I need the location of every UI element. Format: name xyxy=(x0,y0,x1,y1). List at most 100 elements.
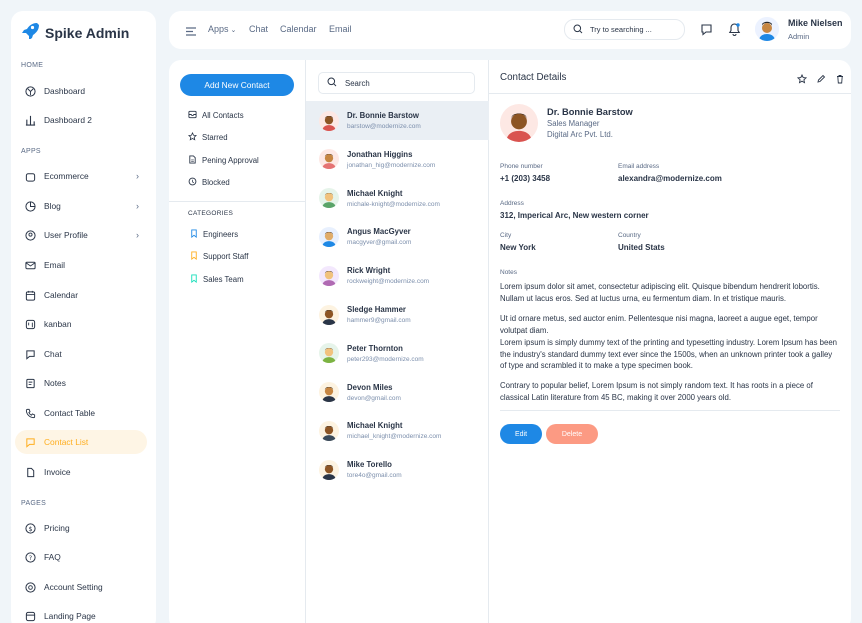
category-label: Sales Team xyxy=(203,275,244,284)
contact-avatar xyxy=(319,226,339,247)
sidebar-item-contact-list[interactable]: Contact List xyxy=(15,430,147,454)
bell-icon[interactable] xyxy=(728,22,741,41)
sidebar-item-label: Landing Page xyxy=(44,611,96,621)
filter-label: Pening Approval xyxy=(202,156,259,165)
star-icon[interactable] xyxy=(796,71,808,89)
contact-item[interactable]: Mike Torello tore4o@gmail.com xyxy=(306,450,489,489)
sidebar-item-contact-table[interactable]: Contact Table xyxy=(15,401,147,425)
sidebar-item-chat[interactable]: Chat xyxy=(15,342,147,366)
topbar-apps[interactable]: Apps ⌄ xyxy=(208,24,236,34)
sidebar-item-dashboard[interactable]: Dashboard xyxy=(15,79,147,103)
contact-text: Angus MacGyver macgyver@gmail.com xyxy=(347,227,411,246)
contact-text: Jonathan Higgins jonathan_hig@modernize.… xyxy=(347,150,435,169)
filter-blocked[interactable]: Blocked xyxy=(188,177,230,188)
contact-avatar xyxy=(319,188,339,209)
filter-all-contacts[interactable]: All Contacts xyxy=(188,110,244,121)
sidebar-item-invoice[interactable]: Invoice xyxy=(15,460,147,484)
edit-button[interactable]: Edit xyxy=(500,424,542,444)
sidebar-item-notes[interactable]: Notes xyxy=(15,371,147,395)
trash-icon[interactable] xyxy=(835,71,845,89)
contact-avatar-large xyxy=(500,104,538,142)
contact-item[interactable]: Michael Knight michael_knight@modernize.… xyxy=(306,411,489,450)
contact-item[interactable]: Angus MacGyver macgyver@gmail.com xyxy=(306,217,489,256)
user-name: Mike Nielsen xyxy=(788,18,843,28)
filter-panel: Add New Contact All Contacts Starred Pen… xyxy=(169,60,306,623)
contact-avatar xyxy=(319,420,339,441)
contact-name: Michael Knight xyxy=(347,188,403,198)
svg-text:?: ? xyxy=(28,553,31,561)
sidebar-item-label: Ecommerce xyxy=(44,171,89,181)
menu-icon[interactable] xyxy=(185,24,197,42)
contact-email: tore4o@gmail.com xyxy=(347,472,402,480)
contact-list: Search Dr. Bonnie Barstow barstow@modern… xyxy=(306,60,489,623)
sidebar-item-landing-page[interactable]: Landing Page xyxy=(15,604,147,623)
sidebar-item-account-setting[interactable]: Account Setting xyxy=(15,575,147,599)
svg-text:$: $ xyxy=(28,524,32,532)
contact-email: michale-knight@modernize.com xyxy=(347,200,440,208)
sidebar-item-blog[interactable]: Blog › xyxy=(15,194,147,218)
rocket-icon xyxy=(21,21,39,44)
sidebar-item-pricing[interactable]: $ Pricing xyxy=(15,516,147,540)
category-engineers[interactable]: Engineers xyxy=(190,229,238,240)
basket-icon xyxy=(24,170,36,182)
category-label: Engineers xyxy=(203,230,239,239)
chat-icon xyxy=(24,348,36,360)
topbar-calendar[interactable]: Calendar xyxy=(280,24,317,34)
edit-icon[interactable] xyxy=(816,71,826,89)
sidebar-item-calendar[interactable]: Calendar xyxy=(15,283,147,307)
user-avatar[interactable] xyxy=(755,17,779,41)
sidebar-item-label: kanban xyxy=(44,319,72,329)
contact-email: rockweight@modernize.com xyxy=(347,278,430,286)
star-icon xyxy=(187,131,198,143)
contact-item[interactable]: Jonathan Higgins jonathan_hig@modernize.… xyxy=(306,140,489,179)
contact-text: Sledge Hammer hammer9@gmail.com xyxy=(347,305,411,324)
contact-name: Sledge Hammer xyxy=(347,305,406,314)
contact-item[interactable]: Rick Wright rockweight@modernize.com xyxy=(306,256,489,295)
section-apps: APPS xyxy=(21,148,41,155)
global-search[interactable]: Try to searching ... xyxy=(564,19,685,40)
sidebar-item-label: Invoice xyxy=(44,467,71,477)
sidebar-item-label: Account Setting xyxy=(44,582,103,592)
email-label: Email address xyxy=(618,163,660,170)
contact-name: Jonathan Higgins xyxy=(347,149,413,159)
chevron-down-icon: ⌄ xyxy=(228,27,237,34)
sidebar-item-label: Contact List xyxy=(44,437,89,447)
sidebar-item-kanban[interactable]: kanban xyxy=(15,312,147,336)
filter-pending-approval[interactable]: Pening Approval xyxy=(188,155,259,166)
contact-name: Peter Thornton xyxy=(347,343,403,353)
sidebar-item-label: Pricing xyxy=(44,523,70,533)
contact-item[interactable]: Michael Knight michale-knight@modernize.… xyxy=(306,179,489,218)
contact-avatar xyxy=(319,459,339,480)
contact-item[interactable]: Devon Miles devon@gmail.com xyxy=(306,373,489,412)
sidebar-item-email[interactable]: Email xyxy=(15,253,147,277)
contact-text: Dr. Bonnie Barstow barstow@modernize.com xyxy=(347,111,421,130)
contact-text: Michael Knight michale-knight@modernize.… xyxy=(347,189,440,208)
sidebar-item-user-profile[interactable]: User Profile › xyxy=(15,223,147,247)
contact-name: Dr. Bonnie Barstow xyxy=(347,111,419,120)
brand-logo[interactable]: Spike Admin xyxy=(21,21,129,44)
sidebar-item-label: User Profile xyxy=(44,230,88,240)
contact-item[interactable]: Sledge Hammer hammer9@gmail.com xyxy=(306,295,489,334)
add-new-contact-button[interactable]: Add New Contact xyxy=(180,74,294,96)
notes-label: Notes xyxy=(500,269,517,276)
category-sales-team[interactable]: Sales Team xyxy=(190,274,244,285)
contact-item[interactable]: Peter Thornton peter293@modernize.com xyxy=(306,334,489,373)
contact-avatar xyxy=(319,382,339,403)
topbar-chat[interactable]: Chat xyxy=(249,24,268,34)
sidebar-item-dashboard-2[interactable]: Dashboard 2 xyxy=(15,108,147,132)
sidebar-item-faq[interactable]: ? FAQ xyxy=(15,545,147,569)
email-value: alexandra@modernize.com xyxy=(618,174,722,183)
category-support-staff[interactable]: Support Staff xyxy=(190,251,248,262)
filter-starred[interactable]: Starred xyxy=(187,131,228,143)
contact-email: barstow@modernize.com xyxy=(347,123,421,130)
sidebar-item-ecommerce[interactable]: Ecommerce › xyxy=(15,164,147,188)
topbar-email[interactable]: Email xyxy=(329,24,352,34)
delete-button[interactable]: Delete xyxy=(546,424,598,444)
contact-item[interactable]: Dr. Bonnie Barstow barstow@modernize.com xyxy=(306,101,489,140)
bookmark-icon xyxy=(190,274,198,285)
message-icon[interactable] xyxy=(700,23,713,41)
bookmark-icon xyxy=(190,229,198,240)
contact-email: michael_knight@modernize.com xyxy=(347,433,442,441)
note-paragraph: Lorem ipsum is simply dummy text of the … xyxy=(500,338,838,371)
contact-search-input[interactable]: Search xyxy=(318,72,475,94)
